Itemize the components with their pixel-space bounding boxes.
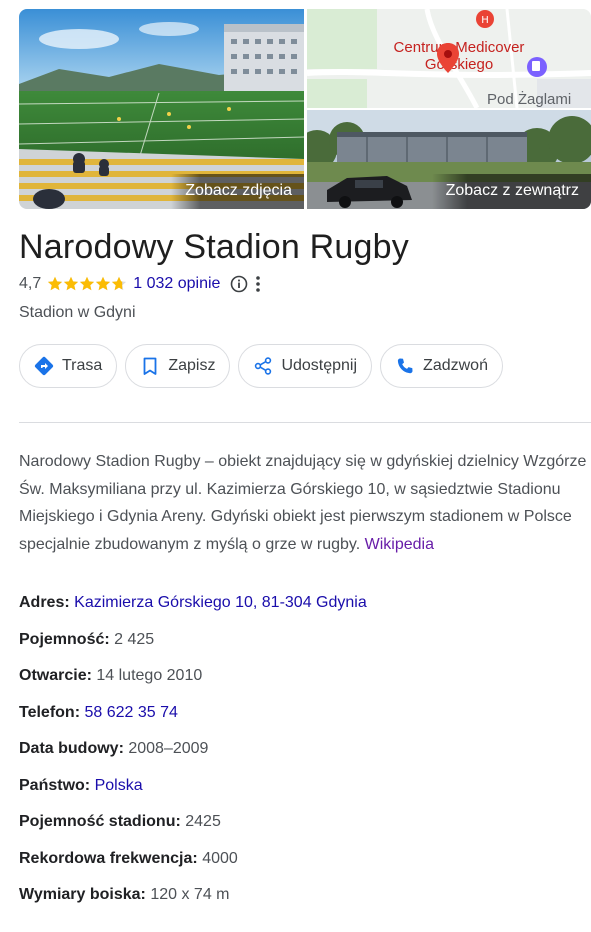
map-pin-icon <box>437 43 459 73</box>
directions-label: Trasa <box>62 357 103 374</box>
fact-value: 14 lutego 2010 <box>96 667 203 684</box>
share-label: Udostępnij <box>281 357 358 374</box>
fact-row: Pojemność: 2 425 <box>19 631 591 668</box>
share-icon <box>253 356 273 376</box>
fact-key: Pojemność: <box>19 630 110 648</box>
map-thumbnail[interactable]: H Centrum Medicover Górskiego Pod Żaglam… <box>307 9 591 108</box>
fact-key: Wymiary boiska: <box>19 886 146 903</box>
fact-row: Otwarcie: 14 lutego 2010 <box>19 667 591 704</box>
star-icon <box>64 276 79 291</box>
directions-icon <box>34 356 54 376</box>
call-label: Zadzwoń <box>423 357 488 374</box>
fact-row: Telefon: 58 622 35 74 <box>19 704 591 741</box>
info-icon[interactable] <box>230 275 248 293</box>
call-button[interactable]: Zadzwoń <box>380 344 503 388</box>
place-category: Stadion w Gdyni <box>19 304 136 321</box>
fact-value: 4000 <box>202 849 238 867</box>
fact-value-link[interactable]: Kazimierza Górskiego 10, 81-304 Gdynia <box>74 594 367 611</box>
view-outside-label[interactable]: Zobacz z zewnątrz <box>431 174 591 209</box>
fact-row: Rekordowa frekwencja: 4000 <box>19 850 591 887</box>
wikipedia-link[interactable]: Wikipedia <box>365 536 434 553</box>
fact-key: Telefon: <box>19 703 81 721</box>
star-icon <box>80 276 95 291</box>
description-text: Narodowy Stadion Rugby – obiekt znajdują… <box>19 453 587 553</box>
divider <box>19 422 591 423</box>
fact-row: Adres: Kazimierza Górskiego 10, 81-304 G… <box>19 594 591 631</box>
fact-key: Otwarcie: <box>19 667 92 684</box>
phone-icon <box>395 356 415 376</box>
map-place-label: Centrum Medicover Górskiego <box>393 39 525 73</box>
fact-value: 2425 <box>185 813 221 830</box>
fact-row: Państwo: Polska <box>19 777 591 814</box>
fact-row: Pojemność stadionu: 2425 <box>19 813 591 850</box>
map-area-label: Pod Żaglami <box>487 91 572 108</box>
facts-list: Adres: Kazimierza Górskiego 10, 81-304 G… <box>19 594 591 923</box>
fact-key: Adres: <box>19 594 70 611</box>
star-icon <box>96 276 111 291</box>
rating-value: 4,7 <box>19 275 42 292</box>
bookmark-icon <box>140 356 160 376</box>
star-icon <box>112 276 127 291</box>
rating-stars <box>47 276 127 292</box>
save-button[interactable]: Zapisz <box>125 344 231 388</box>
fact-value: 120 x 74 m <box>150 886 230 903</box>
place-title: Narodowy Stadion Rugby <box>19 228 409 266</box>
reviews-link[interactable]: 1 032 opinie <box>133 275 220 293</box>
fact-row: Data budowy: 2008–2009 <box>19 740 591 777</box>
svg-text:H: H <box>481 15 489 26</box>
stadium-photo[interactable]: Zobacz zdjęcia <box>19 9 304 209</box>
action-buttons: Trasa Zapisz Udostępnij Zadzwoń <box>19 344 503 388</box>
fact-row: Wymiary boiska: 120 x 74 m <box>19 886 591 923</box>
directions-button[interactable]: Trasa <box>19 344 118 388</box>
fact-key: Pojemność stadionu: <box>19 813 181 830</box>
view-photos-label[interactable]: Zobacz zdjęcia <box>171 174 304 209</box>
fact-key: Data budowy: <box>19 740 124 757</box>
rating-row: 4,7 1 032 opinie <box>19 273 262 295</box>
fact-key: Państwo: <box>19 776 91 794</box>
media-gallery: Zobacz zdjęcia H Centrum Medicover Górsk… <box>19 9 591 209</box>
fact-key: Rekordowa frekwencja: <box>19 849 198 867</box>
fact-value: 2008–2009 <box>128 740 209 757</box>
save-label: Zapisz <box>168 357 216 374</box>
fact-value-link[interactable]: Polska <box>95 777 143 794</box>
description: Narodowy Stadion Rugby – obiekt znajdują… <box>19 448 591 558</box>
outside-photo[interactable]: Zobacz z zewnątrz <box>307 110 591 209</box>
fact-value-link[interactable]: 58 622 35 74 <box>84 704 177 721</box>
star-icon <box>48 276 63 291</box>
fact-value: 2 425 <box>114 630 155 648</box>
more-options-icon[interactable] <box>254 275 262 293</box>
share-button[interactable]: Udostępnij <box>238 344 373 388</box>
